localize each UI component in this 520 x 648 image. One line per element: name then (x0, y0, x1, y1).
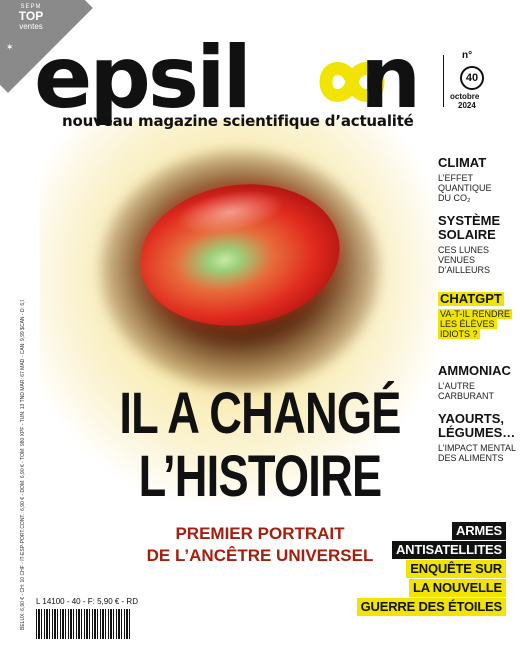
teaser-title-2: SOLAIRE (438, 227, 496, 242)
teaser-title: SYSTÈME (438, 213, 501, 228)
teaser-systeme-solaire[interactable]: SYSTÈME SOLAIRE CES LUNES VENUES D’AILLE… (438, 213, 501, 276)
issue-divider (443, 55, 444, 107)
badge-top: TOP (18, 9, 44, 23)
issue-month: octobre (450, 92, 480, 101)
feature-line: ENQUÊTE SUR (406, 560, 506, 578)
price-spine-text: BELUX: 6,90 € - CH: 10 CHF - IT-ESP-PORT… (20, 300, 26, 630)
issue-label: n° (462, 50, 473, 61)
teaser-line: CES LUNES (438, 245, 490, 255)
teaser-line: VA-T-IL RENDRE (438, 309, 513, 319)
teaser-title: AMMONIAC (438, 363, 511, 378)
issue-year: 2024 (458, 101, 476, 110)
teaser-title: CHATGPT (438, 291, 504, 306)
teaser-line: L’EFFET (438, 173, 474, 183)
teaser-line: VENUES (438, 255, 476, 265)
feature-line: LA NOUVELLE (408, 579, 506, 597)
teaser-chatgpt[interactable]: CHATGPT VA-T-IL RENDRE LES ÉLÈVES IDIOTS… (438, 291, 513, 339)
feature-line: ANTISATELLITES (391, 541, 506, 559)
teaser-climat[interactable]: CLIMAT L’EFFET QUANTIQUE DU CO₂ (438, 155, 492, 204)
logo-start: epsil (34, 28, 252, 128)
barcode: L 14100 - 40 - F: 5,90 € - RD (36, 597, 138, 641)
issue-number: 40 (460, 66, 484, 90)
feature-line: ARMES (452, 522, 506, 540)
headline-line-2: L’HISTOIRE (138, 444, 383, 509)
badge-text: SEPM TOP ventes (6, 4, 56, 31)
magazine-cover: SEPM TOP ventes ✶ epsil n nouveau magazi… (0, 0, 520, 648)
teaser-title: CLIMAT (438, 155, 487, 170)
teaser-line: QUANTIQUE (438, 183, 492, 193)
tagline: nouveau magazine scientifique d’actualit… (62, 112, 414, 130)
feature-line: GUERRE DES ÉTOILES (356, 598, 506, 616)
teaser-line: LES ÉLÈVES (438, 319, 497, 329)
teaser-line: D’AILLEURS (438, 265, 491, 275)
headline-line-1: IL A CHANGÉ (119, 381, 401, 446)
teaser-line: DU CO₂ (438, 193, 471, 203)
barcode-bars (36, 609, 132, 639)
teaser-line: IDIOTS ? (438, 329, 480, 339)
logo-end: n (360, 28, 421, 128)
star-icon: ✶ (6, 42, 14, 52)
barcode-label: L 14100 - 40 - F: 5,90 € - RD (36, 597, 138, 606)
